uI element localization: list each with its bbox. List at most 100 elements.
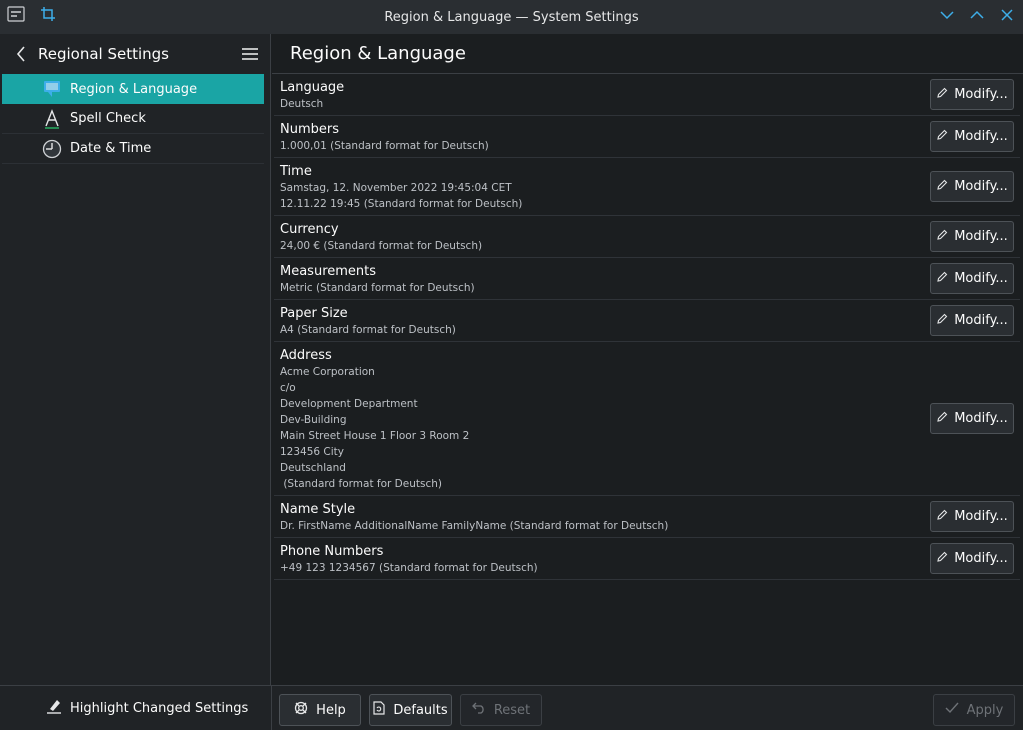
- setting-row-numbers: Numbers 1.000,01 (Standard format for De…: [274, 116, 1020, 158]
- edit-pencil-icon: [936, 129, 948, 145]
- setting-row-paper-size: Paper Size A4 (Standard format for Deuts…: [274, 300, 1020, 342]
- help-label: Help: [316, 702, 346, 718]
- setting-value: +49 123 1234567 (Standard format for Deu…: [280, 562, 538, 574]
- modify-currency-button[interactable]: Modify...: [930, 221, 1014, 252]
- edit-pencil-icon: [936, 179, 948, 195]
- setting-row-name-style: Name Style Dr. FirstName AdditionalName …: [274, 496, 1020, 538]
- highlight-label: Highlight Changed Settings: [70, 700, 249, 716]
- setting-value: Dev-Building: [280, 414, 347, 426]
- edit-pencil-icon: [936, 551, 948, 567]
- modify-measurements-button[interactable]: Modify...: [930, 263, 1014, 294]
- setting-value: A4 (Standard format for Deutsch): [280, 324, 456, 336]
- reset-label: Reset: [493, 702, 531, 718]
- sidebar-item-spell-check[interactable]: Spell Check: [2, 104, 264, 134]
- modify-label: Modify...: [954, 551, 1008, 566]
- setting-title: Language: [280, 80, 345, 95]
- modify-time-button[interactable]: Modify...: [930, 171, 1014, 202]
- defaults-button[interactable]: Defaults: [369, 694, 452, 726]
- region-flag-icon: [42, 79, 62, 99]
- modify-label: Modify...: [954, 229, 1008, 244]
- edit-pencil-icon: [936, 509, 948, 525]
- setting-value: Development Department: [280, 398, 418, 410]
- setting-value: Deutsch: [280, 98, 324, 110]
- setting-value: 123456 City: [280, 446, 344, 458]
- modify-address-button[interactable]: Modify...: [930, 403, 1014, 434]
- modify-label: Modify...: [954, 411, 1008, 426]
- setting-title: Currency: [280, 222, 339, 237]
- modify-language-button[interactable]: Modify...: [930, 79, 1014, 110]
- setting-title: Paper Size: [280, 306, 348, 321]
- setting-value: 12.11.22 19:45 (Standard format for Deut…: [280, 198, 523, 210]
- modify-label: Modify...: [954, 179, 1008, 194]
- setting-title: Address: [280, 348, 332, 363]
- modify-label: Modify...: [954, 129, 1008, 144]
- edit-pencil-icon: [936, 271, 948, 287]
- main-panel: Region & Language Language Deutsch Modif…: [272, 34, 1023, 685]
- close-icon[interactable]: [997, 5, 1017, 25]
- setting-value: 24,00 € (Standard format for Deutsch): [280, 240, 483, 252]
- defaults-label: Defaults: [393, 702, 448, 718]
- sidebar: Regional Settings Region & Language Spel…: [0, 34, 271, 685]
- setting-value: Main Street House 1 Floor 3 Room 2: [280, 430, 470, 442]
- modify-label: Modify...: [954, 87, 1008, 102]
- page-title: Region & Language: [290, 43, 466, 64]
- setting-title: Phone Numbers: [280, 544, 384, 559]
- reset-button[interactable]: Reset: [460, 694, 542, 726]
- apply-button[interactable]: Apply: [933, 694, 1015, 726]
- document-revert-icon: [373, 701, 385, 719]
- hamburger-menu-icon[interactable]: [240, 44, 260, 64]
- sidebar-item-label: Region & Language: [70, 81, 198, 97]
- setting-row-language: Language Deutsch Modify...: [274, 74, 1020, 116]
- sidebar-item-label: Date & Time: [70, 141, 152, 156]
- setting-row-phone-numbers: Phone Numbers +49 123 1234567 (Standard …: [274, 538, 1020, 580]
- modify-label: Modify...: [954, 509, 1008, 524]
- highlighter-icon: [46, 698, 62, 718]
- setting-value: 1.000,01 (Standard format for Deutsch): [280, 140, 489, 152]
- edit-pencil-icon: [936, 229, 948, 245]
- footer-bar: Highlight Changed Settings Help Defaults…: [0, 685, 1023, 730]
- setting-row-time: Time Samstag, 12. November 2022 19:45:04…: [274, 158, 1020, 216]
- help-lifebuoy-icon: [294, 701, 308, 719]
- setting-row-currency: Currency 24,00 € (Standard format for De…: [274, 216, 1020, 258]
- edit-pencil-icon: [936, 87, 948, 103]
- setting-row-measurements: Measurements Metric (Standard format for…: [274, 258, 1020, 300]
- modify-label: Modify...: [954, 313, 1008, 328]
- setting-title: Time: [280, 164, 312, 179]
- setting-title: Numbers: [280, 122, 339, 137]
- window-title: Region & Language — System Settings: [384, 9, 639, 25]
- sidebar-item-region-language[interactable]: Region & Language: [2, 74, 264, 104]
- setting-title: Measurements: [280, 264, 377, 279]
- apply-label: Apply: [966, 702, 1004, 718]
- sidebar-title: Regional Settings: [38, 45, 170, 63]
- modify-label: Modify...: [954, 271, 1008, 286]
- app-menu-icon[interactable]: [6, 4, 26, 24]
- setting-value: Acme Corporation: [280, 366, 375, 378]
- setting-value: Samstag, 12. November 2022 19:45:04 CET: [280, 182, 512, 194]
- setting-row-address: Address Acme Corporation c/o Development…: [274, 342, 1020, 496]
- highlight-changed-settings-button[interactable]: Highlight Changed Settings: [46, 698, 248, 718]
- undo-icon: [471, 702, 486, 718]
- maximize-icon[interactable]: [967, 5, 987, 25]
- clock-icon: [42, 139, 62, 159]
- crop-icon[interactable]: [38, 4, 58, 24]
- modify-paper-size-button[interactable]: Modify...: [930, 305, 1014, 336]
- setting-title: Name Style: [280, 502, 356, 517]
- modify-phone-numbers-button[interactable]: Modify...: [930, 543, 1014, 574]
- page-header: Region & Language: [272, 34, 1023, 74]
- spell-check-icon: [42, 108, 62, 129]
- setting-value: c/o: [280, 382, 296, 394]
- edit-pencil-icon: [936, 411, 948, 427]
- setting-value: Dr. FirstName AdditionalName FamilyName …: [280, 520, 669, 532]
- footer-divider: [271, 686, 272, 730]
- minimize-icon[interactable]: [937, 5, 957, 25]
- sidebar-header: Regional Settings: [0, 34, 270, 74]
- setting-value: (Standard format for Deutsch): [280, 478, 442, 490]
- edit-pencil-icon: [936, 313, 948, 329]
- sidebar-item-date-time[interactable]: Date & Time: [2, 134, 264, 164]
- modify-name-style-button[interactable]: Modify...: [930, 501, 1014, 532]
- help-button[interactable]: Help: [279, 694, 361, 726]
- setting-value: Deutschland: [280, 462, 346, 474]
- title-bar: Region & Language — System Settings: [0, 0, 1023, 34]
- modify-numbers-button[interactable]: Modify...: [930, 121, 1014, 152]
- back-arrow-icon[interactable]: [12, 45, 30, 63]
